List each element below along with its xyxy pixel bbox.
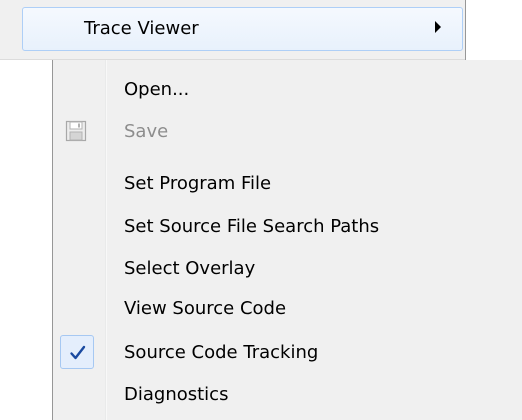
menu-item-label: Diagnostics [124,384,229,405]
menu-item-diagnostics[interactable]: Diagnostics [53,375,519,415]
menu-item-label: Save [124,121,169,142]
chevron-right-icon [435,21,441,33]
menu-item-trace-viewer[interactable]: Trace Viewer [22,7,463,51]
floppy-disk-icon [65,120,89,144]
menu-item-select-overlay[interactable]: Select Overlay [53,249,519,289]
menu-item-label: View Source Code [124,298,287,319]
parent-menu: Trace Viewer [0,0,466,60]
checkmark-icon [60,335,94,369]
menu-item-label: Set Program File [124,173,272,194]
menu-item-label: Trace Viewer [84,18,199,39]
trace-viewer-submenu: Open... Save Set Program File Set Source… [52,60,522,420]
menu-item-label: Select Overlay [124,258,256,279]
menu-item-label: Open... [124,79,190,100]
menu-item-set-source-file-search-paths[interactable]: Set Source File Search Paths [53,207,519,247]
menu-item-source-code-tracking[interactable]: Source Code Tracking [53,333,519,373]
menu-item-label: Source Code Tracking [124,342,319,363]
menu-item-set-program-file[interactable]: Set Program File [53,164,519,204]
menu-item-view-source-code[interactable]: View Source Code [53,289,519,329]
menu-item-open[interactable]: Open... [53,70,519,110]
menu-item-save[interactable]: Save [53,112,519,152]
menu-item-label: Set Source File Search Paths [124,216,380,237]
